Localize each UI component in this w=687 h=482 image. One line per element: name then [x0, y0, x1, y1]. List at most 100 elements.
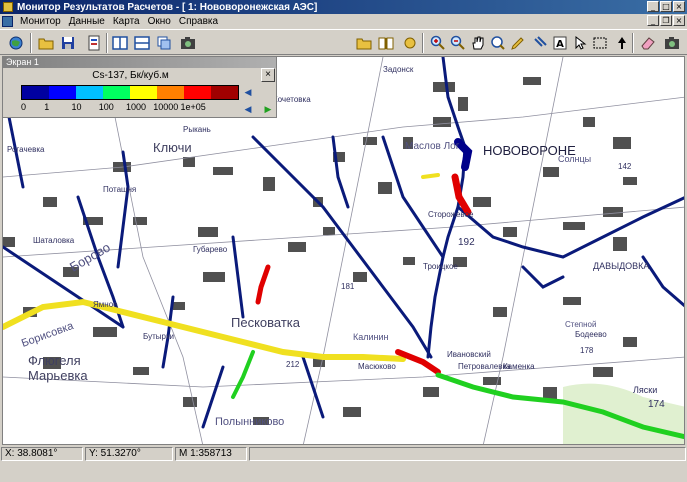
document-icon[interactable]: [2, 15, 13, 27]
zoom-out-icon[interactable]: [448, 33, 468, 53]
zoom-extent-icon[interactable]: [488, 33, 508, 53]
legend-close-button[interactable]: ×: [261, 68, 275, 82]
eraser-icon[interactable]: [638, 33, 658, 53]
map-label: Полынниково: [215, 416, 284, 428]
color-scale: [21, 85, 239, 100]
scale-swatch: [157, 86, 184, 99]
status-x: X: 38.8081°: [1, 447, 83, 461]
map-label: Петровалевка: [458, 362, 511, 371]
scale-swatch: [49, 86, 76, 99]
app-icon: [3, 2, 13, 12]
map-label: Маслов Лог: [405, 141, 460, 152]
contamination-yellow-spot: [421, 173, 440, 179]
fill-icon[interactable]: [530, 33, 550, 53]
scale-swatch: [130, 86, 157, 99]
map-label: Марьевка: [28, 368, 88, 383]
map-label: Ляски: [633, 385, 657, 395]
map-label: Троицкое: [423, 262, 458, 271]
map-label: Кочетовка: [273, 95, 311, 104]
map-label: Задонск: [383, 65, 414, 74]
map-label: Степной: [565, 320, 596, 329]
menu-data[interactable]: Данные: [65, 16, 109, 27]
globe-icon[interactable]: [6, 33, 26, 53]
scale-tick-label: 1000: [126, 102, 147, 112]
tile-vertical-icon[interactable]: [110, 33, 130, 53]
maximize-button[interactable]: □: [660, 1, 672, 12]
map-label: 174: [648, 399, 665, 410]
scale-swatch: [103, 86, 130, 99]
map-label: Калинин: [353, 332, 389, 342]
title-bar: Монитор Результатов Расчетов - [ 1: Ново…: [0, 0, 687, 14]
status-y: Y: 51.3270°: [85, 447, 173, 461]
map-label: Губарево: [193, 245, 228, 254]
minimize-button[interactable]: _: [647, 1, 659, 12]
zoom-in-icon[interactable]: [428, 33, 448, 53]
map-label: Рогачевка: [7, 145, 45, 154]
open-folder-icon[interactable]: [354, 33, 374, 53]
open-folder-icon[interactable]: [36, 33, 56, 53]
report-icon[interactable]: [84, 33, 104, 53]
map-label: ДАВЫДОВКА: [593, 261, 649, 271]
save-icon[interactable]: [58, 33, 78, 53]
svg-text:A: A: [556, 39, 564, 50]
app-window: Монитор Результатов Расчетов - [ 1: Ново…: [0, 0, 687, 482]
menu-window[interactable]: Окно: [144, 16, 175, 27]
scale-tick-label: 10: [71, 102, 82, 112]
select-arrow-icon[interactable]: [570, 33, 590, 53]
scale-tick-label: 10000: [153, 102, 179, 112]
map-label: Шаталовка: [33, 236, 75, 245]
scale-swatch: [184, 86, 211, 99]
doc-minimize-button[interactable]: _: [647, 15, 659, 26]
map-label: Рыкань: [183, 125, 211, 134]
status-bar: X: 38.8081° Y: 51.3270° M 1:358713: [0, 446, 687, 462]
map-label: 192: [458, 237, 475, 248]
menu-bar: Монитор Данные Карта Окно Справка _ ❐ ×: [0, 14, 687, 28]
scale-swatch: [22, 86, 49, 99]
scale-ticks: 0 1 10 100 1000 10000 1e+05: [7, 102, 247, 114]
book-icon[interactable]: [376, 33, 396, 53]
window-title: Монитор Результатов Расчетов - [ 1: Ново…: [17, 1, 318, 13]
map-label: Масюково: [358, 362, 396, 371]
map-label: 212: [286, 360, 300, 369]
doc-restore-button[interactable]: ❐: [660, 15, 672, 26]
scale-tick-label: 100: [98, 102, 114, 112]
up-arrow-icon[interactable]: [612, 33, 632, 53]
map-label: Ивановский: [447, 350, 491, 359]
map-label: Ямное: [93, 300, 118, 309]
scale-play-icon[interactable]: ▶: [263, 104, 273, 114]
tile-horizontal-icon[interactable]: [132, 33, 152, 53]
close-button[interactable]: ×: [673, 1, 685, 12]
scale-left-arrow-icon[interactable]: ◀: [243, 104, 253, 114]
box-select-icon[interactable]: [590, 33, 610, 53]
menu-map[interactable]: Карта: [109, 16, 144, 27]
status-scale: M 1:358713: [175, 447, 247, 461]
legend-panel: Экран 1 × Cs-137, Бк/куб.м 0 1 10 100 1000 10…: [2, 56, 277, 118]
bottom-strip: [0, 462, 687, 482]
menu-monitor[interactable]: Монитор: [16, 16, 65, 27]
scale-left-arrow-icon[interactable]: ◀: [243, 87, 253, 97]
map-label: Бутырки: [143, 332, 174, 341]
pan-hand-icon[interactable]: [468, 33, 488, 53]
scale-swatch: [211, 86, 238, 99]
map-label: Ключи: [153, 140, 192, 155]
toolbar: A: [0, 29, 687, 55]
text-icon[interactable]: A: [550, 33, 570, 53]
globe-small-icon[interactable]: [400, 33, 420, 53]
scale-tick-label: 0: [21, 102, 27, 112]
scale-tick-label: 1e+05: [180, 102, 206, 112]
camera-icon[interactable]: [662, 33, 682, 53]
menu-help[interactable]: Справка: [175, 16, 222, 27]
layers-icon[interactable]: [154, 33, 174, 53]
camera-icon[interactable]: [178, 33, 198, 53]
map-label: Флюгеля: [28, 353, 81, 368]
map-label: Песковатка: [231, 315, 301, 330]
doc-close-button[interactable]: ×: [673, 15, 685, 26]
map-label: Сторожевое: [428, 210, 474, 219]
map-label: Поташня: [103, 185, 136, 194]
map-label: 181: [341, 282, 355, 291]
scale-tick-label: 1: [44, 102, 50, 112]
map-label: 142: [618, 162, 632, 171]
pencil-icon[interactable]: [508, 33, 528, 53]
map-label: 178: [580, 346, 594, 355]
legend-title: Cs-137, Бк/куб.м: [92, 70, 169, 81]
